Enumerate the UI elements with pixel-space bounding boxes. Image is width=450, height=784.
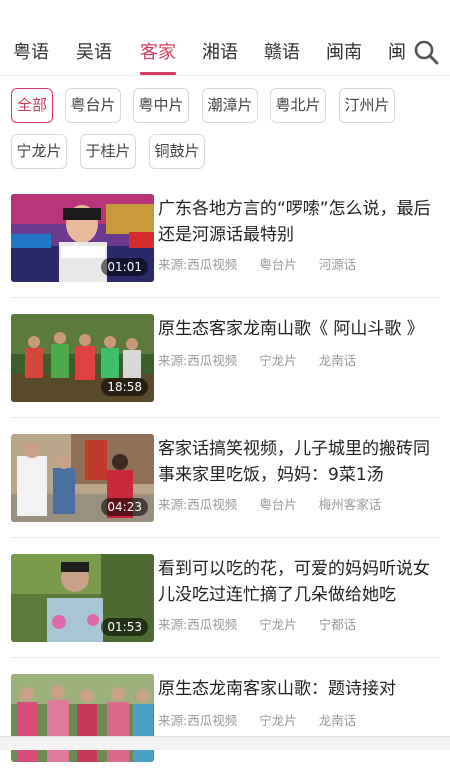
tab-kejia[interactable]: 客家 [140,38,176,64]
video-dialect-tag: 宁都话 [319,617,357,632]
video-title[interactable]: 客家话搞笑视频，儿子城里的搬砖同事来家里吃饭，妈妈：9菜1汤 [158,436,446,488]
chip-ninglong[interactable]: 宁龙片 [11,134,67,169]
video-item[interactable]: 01:53 看到可以吃的花，可爱的妈妈听说女儿没吃过连忙摘了几朵做给她吃 来源:… [0,544,450,664]
divider [11,417,439,418]
chip-chaozhang[interactable]: 潮漳片 [202,88,258,123]
video-source: 来源:西瓜视频 [158,353,237,368]
chip-yuezhong[interactable]: 粤中片 [133,88,189,123]
video-dialect-tag: 河源话 [319,257,357,272]
chip-yuebei[interactable]: 粤北片 [270,88,326,123]
chip-tonggu[interactable]: 铜鼓片 [149,134,205,169]
video-dialect-tag: 龙南话 [319,353,357,368]
video-region-tag: 宁龙片 [259,617,297,632]
video-title[interactable]: 原生态龙南客家山歌：题诗接对 [158,676,446,702]
divider [11,297,439,298]
region-filter: 全部 粤台片 粤中片 潮漳片 粤北片 汀州片 宁龙片 于桂片 铜鼓片 [0,76,450,184]
top-nav: 粤语 吴语 客家 湘语 赣语 闽南 闽 [0,0,450,76]
tab-minnan[interactable]: 闽南 [326,38,362,64]
dialect-tabs: 粤语 吴语 客家 湘语 赣语 闽南 闽 [0,0,410,76]
chip-all[interactable]: 全部 [11,88,53,123]
video-title[interactable]: 原生态客家龙南山歌《 阿山斗歌 》 [158,316,446,342]
tab-xiang[interactable]: 湘语 [202,38,238,64]
video-region-tag: 粤台片 [259,257,297,272]
tab-yue[interactable]: 粤语 [13,38,49,64]
tab-gan[interactable]: 赣语 [264,38,300,64]
video-duration: 01:01 [101,258,148,276]
chip-yuetai[interactable]: 粤台片 [65,88,121,123]
divider [11,537,439,538]
video-duration: 18:58 [101,378,148,396]
video-region-tag: 宁龙片 [259,353,297,368]
video-meta: 来源:西瓜视频 宁龙片 宁都话 [158,614,374,633]
video-thumbnail[interactable]: 04:23 [11,434,154,522]
video-dialect-tag: 龙南话 [319,713,357,728]
video-meta: 来源:西瓜视频 宁龙片 龙南话 [158,350,374,369]
search-icon[interactable] [412,38,440,66]
video-region-tag: 粤台片 [259,497,297,512]
video-thumbnail[interactable]: 01:01 [11,194,154,282]
active-tab-indicator [140,72,176,75]
bottom-nav-bar [0,736,450,750]
video-duration: 01:53 [101,618,148,636]
video-meta: 来源:西瓜视频 粤台片 河源话 [158,254,374,273]
video-item[interactable]: 原生态龙南客家山歌：题诗接对 来源:西瓜视频 宁龙片 龙南话 [0,664,450,784]
video-source: 来源:西瓜视频 [158,617,237,632]
video-item[interactable]: 18:58 原生态客家龙南山歌《 阿山斗歌 》 来源:西瓜视频 宁龙片 龙南话 [0,304,450,424]
video-source: 来源:西瓜视频 [158,257,237,272]
video-item[interactable]: 01:01 广东各地方言的“啰嗦”怎么说，最后还是河源话最特别 来源:西瓜视频 … [0,184,450,304]
tab-wu[interactable]: 吴语 [76,38,112,64]
video-duration: 04:23 [101,498,148,516]
video-item[interactable]: 04:23 客家话搞笑视频，儿子城里的搬砖同事来家里吃饭，妈妈：9菜1汤 来源:… [0,424,450,544]
video-title[interactable]: 看到可以吃的花，可爱的妈妈听说女儿没吃过连忙摘了几朵做给她吃 [158,556,446,608]
video-source: 来源:西瓜视频 [158,497,237,512]
video-source: 来源:西瓜视频 [158,713,237,728]
video-title[interactable]: 广东各地方言的“啰嗦”怎么说，最后还是河源话最特别 [158,196,446,248]
video-region-tag: 宁龙片 [259,713,297,728]
tab-min[interactable]: 闽 [388,38,406,64]
chip-tingzhou[interactable]: 汀州片 [339,88,395,123]
video-thumbnail[interactable]: 01:53 [11,554,154,642]
video-meta: 来源:西瓜视频 宁龙片 龙南话 [158,710,374,729]
chip-yugui[interactable]: 于桂片 [80,134,136,169]
video-dialect-tag: 梅州客家话 [319,497,382,512]
video-thumbnail[interactable]: 18:58 [11,314,154,402]
divider [11,657,439,658]
video-meta: 来源:西瓜视频 粤台片 梅州客家话 [158,494,399,513]
